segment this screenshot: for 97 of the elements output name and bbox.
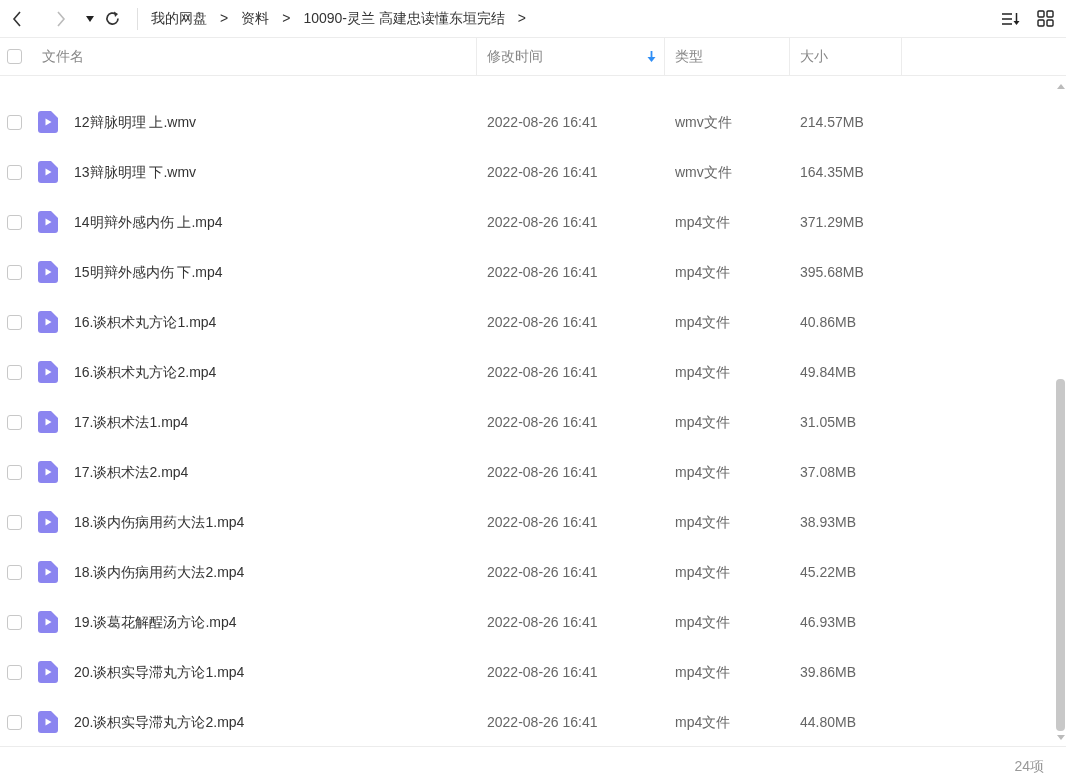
table-cell: mp4文件 (675, 563, 731, 580)
video-file-icon (38, 311, 58, 333)
checkbox[interactable] (7, 514, 22, 530)
video-file-icon (38, 611, 58, 633)
video-file-icon (38, 361, 58, 383)
table-cell: 39.86MB (800, 663, 857, 680)
video-file-icon (38, 561, 58, 583)
table-cell: 45.22MB (800, 563, 857, 580)
video-file-icon (38, 461, 58, 483)
file-name[interactable]: 13辩脉明理 下.wmv (74, 161, 197, 183)
table-cell: 2022-08-26 16:41 (487, 513, 598, 530)
file-name[interactable]: 19.谈葛花解酲汤方论.mp4 (74, 611, 237, 633)
forward-icon[interactable] (56, 10, 66, 27)
video-file-icon (38, 111, 58, 133)
checkbox[interactable] (7, 464, 22, 480)
table-cell: 395.68MB (800, 263, 864, 280)
checkbox[interactable] (7, 264, 22, 280)
table-cell: wmv文件 (675, 163, 732, 180)
file-name[interactable]: 18.谈内伤病用药大法1.mp4 (74, 511, 245, 533)
table-cell: 38.93MB (800, 513, 857, 530)
table-cell: mp4文件 (675, 363, 731, 380)
table-cell: 2022-08-26 16:41 (487, 113, 598, 130)
breadcrumb-separator: > (220, 9, 229, 28)
checkbox[interactable] (7, 164, 22, 180)
file-name[interactable]: 20.谈枳实导滞丸方论2.mp4 (74, 711, 245, 733)
table-cell: mp4文件 (675, 663, 731, 680)
table-cell: 2022-08-26 16:41 (487, 713, 598, 730)
breadcrumb-link[interactable]: 我的网盘 (151, 8, 207, 29)
table-cell: 2022-08-26 16:41 (487, 213, 598, 230)
table-cell: 214.57MB (800, 113, 864, 130)
table-cell: mp4文件 (675, 313, 731, 330)
table-cell: 2022-08-26 16:41 (487, 663, 598, 680)
checkbox[interactable] (7, 49, 22, 64)
sort-arrow-icon (647, 51, 656, 62)
column-header[interactable]: 修改时间 (487, 46, 647, 67)
table-cell: 2022-08-26 16:41 (487, 413, 598, 430)
checkbox[interactable] (7, 364, 22, 380)
video-file-icon (38, 211, 58, 233)
table-cell: wmv文件 (675, 113, 732, 130)
video-file-icon (38, 511, 58, 533)
checkbox[interactable] (7, 414, 22, 430)
file-name[interactable]: 16.谈枳术丸方论2.mp4 (74, 361, 217, 383)
table-cell: 49.84MB (800, 363, 857, 380)
checkbox[interactable] (7, 714, 22, 730)
file-name[interactable]: 17.谈枳术法2.mp4 (74, 461, 189, 483)
checkbox[interactable] (7, 314, 22, 330)
file-name[interactable]: 20.谈枳实导滞丸方论1.mp4 (74, 661, 245, 683)
table-cell: mp4文件 (675, 263, 731, 280)
file-name[interactable]: 17.谈枳术法1.mp4 (74, 411, 189, 433)
table-cell: 164.35MB (800, 163, 864, 180)
table-cell: 2022-08-26 16:41 (487, 613, 598, 630)
file-name[interactable]: 14明辩外感内伤 上.mp4 (74, 211, 223, 233)
scroll-down-icon[interactable] (1056, 735, 1065, 740)
video-file-icon (38, 411, 58, 433)
back-icon[interactable] (12, 10, 22, 27)
file-name[interactable]: 12辩脉明理 上.wmv (74, 111, 197, 133)
column-header[interactable]: 文件名 (42, 46, 476, 67)
table-cell: mp4文件 (675, 413, 731, 430)
table-cell: 44.80MB (800, 713, 857, 730)
column-header[interactable]: 类型 (675, 46, 781, 67)
table-cell: 31.05MB (800, 413, 857, 430)
table-cell: mp4文件 (675, 513, 731, 530)
table-cell: mp4文件 (675, 613, 731, 630)
breadcrumb-separator: > (282, 9, 291, 28)
video-file-icon (38, 261, 58, 283)
scroll-up-icon[interactable] (1056, 84, 1065, 89)
item-count: 24项 (1014, 757, 1044, 776)
video-file-icon (38, 161, 58, 183)
table-cell: 46.93MB (800, 613, 857, 630)
table-cell: 2022-08-26 16:41 (487, 563, 598, 580)
video-file-icon (38, 711, 58, 733)
dropdown-caret-icon[interactable] (85, 13, 95, 24)
table-cell: mp4文件 (675, 213, 731, 230)
video-file-icon (38, 661, 58, 683)
column-header[interactable]: 大小 (800, 46, 893, 67)
table-cell: mp4文件 (675, 713, 731, 730)
table-cell: 2022-08-26 16:41 (487, 313, 598, 330)
checkbox[interactable] (7, 564, 22, 580)
breadcrumb-link[interactable]: 资料 (241, 8, 270, 29)
breadcrumb-link[interactable]: 10090-灵兰 高建忠读懂东垣完结 (303, 8, 505, 29)
table-cell: 40.86MB (800, 313, 857, 330)
file-name[interactable]: 15明辩外感内伤 下.mp4 (74, 261, 223, 283)
table-cell: mp4文件 (675, 463, 731, 480)
checkbox[interactable] (7, 114, 22, 130)
table-cell: 2022-08-26 16:41 (487, 463, 598, 480)
checkbox[interactable] (7, 614, 22, 630)
breadcrumb-separator: > (517, 9, 527, 28)
grid-view-icon[interactable] (1036, 9, 1054, 28)
table-cell: 2022-08-26 16:41 (487, 163, 598, 180)
file-name[interactable]: 18.谈内伤病用药大法2.mp4 (74, 561, 245, 583)
table-cell: 371.29MB (800, 213, 864, 230)
file-name[interactable]: 16.谈枳术丸方论1.mp4 (74, 311, 217, 333)
checkbox[interactable] (7, 214, 22, 230)
table-cell: 2022-08-26 16:41 (487, 363, 598, 380)
checkbox[interactable] (7, 664, 22, 680)
table-cell: 37.08MB (800, 463, 857, 480)
table-cell: 2022-08-26 16:41 (487, 263, 598, 280)
